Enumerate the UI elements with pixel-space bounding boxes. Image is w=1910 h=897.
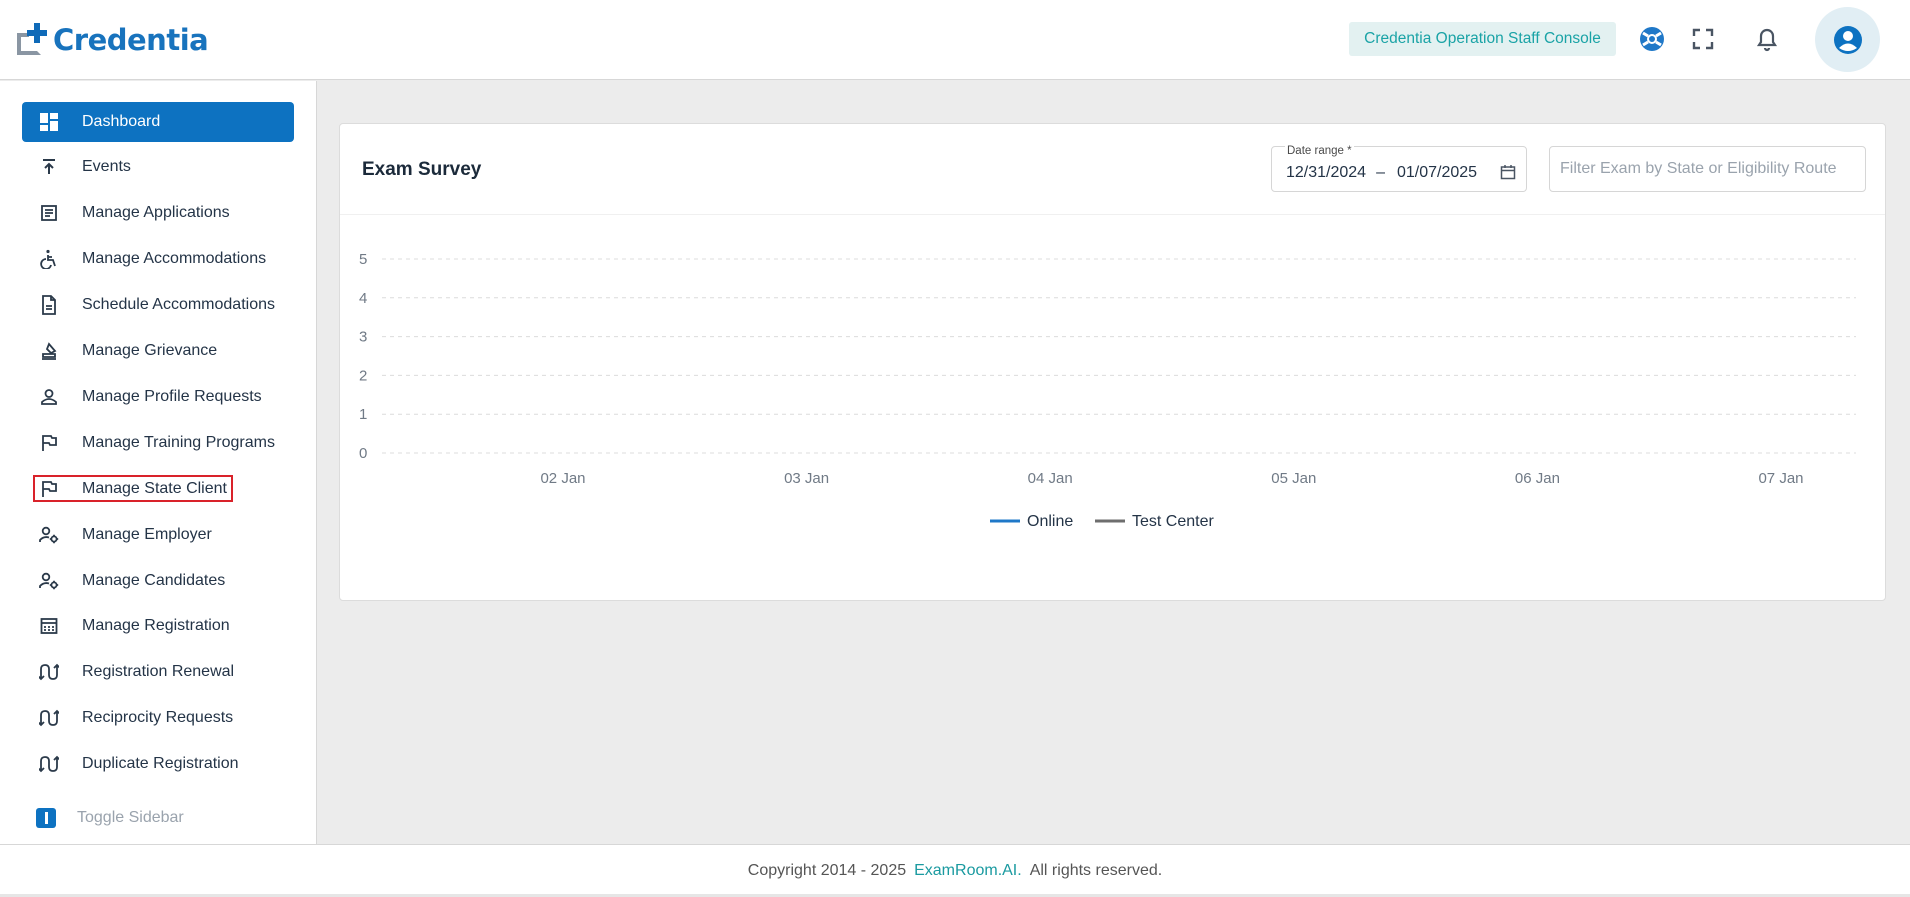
y-tick-label: 2 [359, 367, 367, 384]
sidebar-item-label: Events [82, 158, 131, 175]
accessibility-icon [36, 246, 62, 272]
footer-copyright: Copyright 2014 - 2025 [747, 862, 907, 879]
document-icon [36, 292, 62, 318]
bell-icon[interactable] [1752, 24, 1782, 54]
highlight-box [33, 475, 233, 502]
calendar-icon[interactable] [1500, 164, 1516, 180]
swap-icon [36, 751, 62, 777]
legend-label: Online [1027, 513, 1073, 530]
sidebar-item-label: Manage Grievance [82, 342, 218, 359]
sidebar-toggle-icon [36, 808, 56, 828]
filter-exam-field[interactable] [1549, 146, 1866, 192]
footer-rights: All rights reserved. [1029, 862, 1163, 879]
sidebar-item-label: Schedule Accommodations [82, 296, 275, 313]
registration-icon [36, 613, 62, 639]
sidebar-item-manage-registration[interactable]: Manage Registration [22, 606, 294, 646]
toggle-sidebar-button[interactable]: Toggle Sidebar [36, 808, 184, 828]
sidebar-item-events[interactable]: Events [22, 147, 294, 187]
y-tick-label: 0 [359, 445, 367, 462]
y-tick-label: 1 [359, 406, 367, 423]
sidebar-item-manage-candidates[interactable]: Manage Candidates [22, 561, 294, 601]
person-gear-icon [36, 568, 62, 594]
date-range-field[interactable]: Date range * 12/31/2024 – 01/07/2025 [1271, 145, 1527, 192]
footer: Copyright 2014 - 2025 ExamRoom.AI. All r… [0, 844, 1910, 897]
date-separator: – [1376, 164, 1385, 181]
sidebar-item-label: Manage Registration [82, 617, 230, 634]
person-icon [36, 384, 62, 410]
date-start[interactable]: 12/31/2024 [1286, 164, 1366, 182]
y-tick-label: 3 [359, 329, 367, 346]
person-gear-icon [36, 522, 62, 548]
toggle-sidebar-label: Toggle Sidebar [77, 809, 184, 826]
stamp-icon [36, 338, 62, 364]
flag-icon [36, 430, 62, 456]
exam-survey-card: Exam Survey Date range * 12/31/2024 – 01… [339, 123, 1886, 601]
support-icon[interactable] [1637, 24, 1667, 54]
footer-brand-link[interactable]: ExamRoom.AI. [914, 862, 1022, 880]
sidebar-item-manage-accommodations[interactable]: Manage Accommodations [22, 239, 294, 279]
sidebar-item-label: Manage Employer [82, 526, 212, 543]
y-tick-label: 5 [359, 251, 367, 268]
x-tick-label: 02 Jan [540, 470, 585, 487]
account-button[interactable] [1815, 7, 1880, 72]
sidebar-item-manage-applications[interactable]: Manage Applications [22, 193, 294, 233]
filter-exam-input[interactable] [1550, 147, 1865, 191]
sidebar-item-label: Duplicate Registration [82, 755, 239, 772]
card-title: Exam Survey [362, 159, 482, 180]
credentia-logo[interactable]: Credentia [17, 22, 209, 58]
sidebar: Dashboard Events Manage Applications Man… [0, 81, 317, 844]
sidebar-item-label: Registration Renewal [82, 663, 235, 680]
legend-label: Test Center [1132, 513, 1214, 530]
x-tick-label: 04 Jan [1028, 470, 1073, 487]
x-tick-label: 05 Jan [1271, 470, 1316, 487]
sidebar-item-label: Manage Applications [82, 204, 230, 221]
sidebar-item-manage-grievance[interactable]: Manage Grievance [22, 331, 294, 371]
x-tick-label: 07 Jan [1758, 470, 1803, 487]
sidebar-item-registration-renewal[interactable]: Registration Renewal [22, 652, 294, 692]
list-doc-icon [36, 200, 62, 226]
sidebar-item-manage-profile-requests[interactable]: Manage Profile Requests [22, 377, 294, 417]
sidebar-item-label: Dashboard [82, 113, 161, 130]
y-tick-label: 4 [359, 290, 367, 307]
sidebar-item-reciprocity-requests[interactable]: Reciprocity Requests [22, 698, 294, 738]
swap-icon [36, 659, 62, 685]
sidebar-item-label: Manage Training Programs [82, 434, 275, 451]
sidebar-item-manage-employer[interactable]: Manage Employer [22, 515, 294, 555]
top-header: Credentia Credentia Operation Staff Cons… [0, 0, 1910, 80]
upload-arrow-icon [36, 154, 62, 180]
sidebar-item-label: Manage Candidates [82, 572, 226, 589]
console-badge: Credentia Operation Staff Console [1349, 22, 1616, 56]
sidebar-item-label: Reciprocity Requests [82, 709, 234, 726]
sidebar-item-dashboard[interactable]: Dashboard [22, 102, 294, 142]
x-tick-label: 03 Jan [784, 470, 829, 487]
sidebar-item-manage-training-programs[interactable]: Manage Training Programs [22, 423, 294, 463]
sidebar-item-schedule-accommodations[interactable]: Schedule Accommodations [22, 285, 294, 325]
sidebar-item-duplicate-registration[interactable]: Duplicate Registration [22, 744, 294, 784]
x-tick-label: 06 Jan [1515, 470, 1560, 487]
sidebar-item-label: Manage Profile Requests [82, 388, 262, 405]
date-range-label: Date range * [1285, 145, 1354, 157]
date-end[interactable]: 01/07/2025 [1397, 164, 1477, 182]
swap-icon [36, 705, 62, 731]
account-icon [1833, 25, 1862, 54]
dashboard-icon [36, 109, 62, 135]
logo-text: Credentia [53, 23, 209, 57]
fullscreen-icon[interactable] [1688, 24, 1718, 54]
logo-mark-icon [17, 23, 51, 57]
sidebar-item-label: Manage Accommodations [82, 250, 267, 267]
exam-survey-chart: 0 1 2 3 4 5 02 Jan 03 Jan 04 Jan 05 Jan 06 Jan 07 J… [359, 251, 1856, 530]
